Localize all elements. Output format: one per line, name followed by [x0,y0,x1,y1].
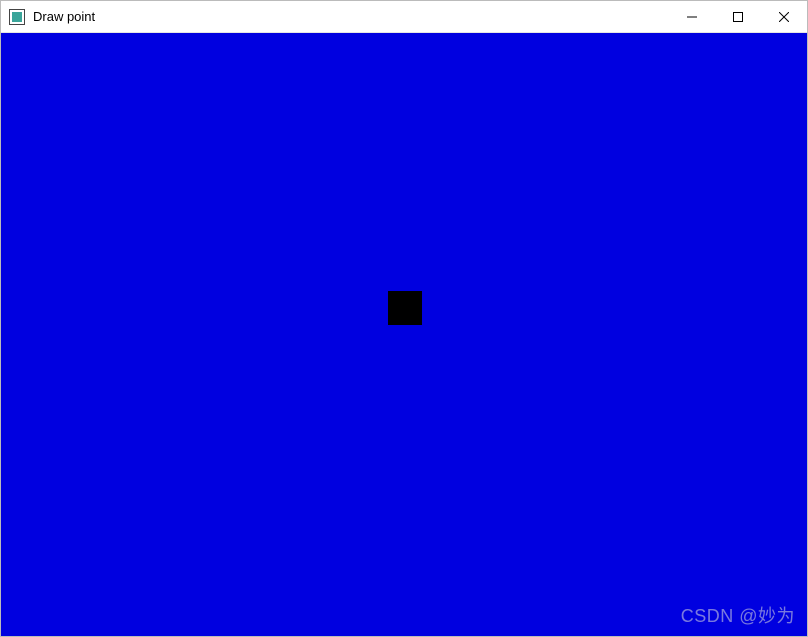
window-controls [669,1,807,32]
window-title: Draw point [33,9,95,24]
close-button[interactable] [761,1,807,32]
minimize-button[interactable] [669,1,715,32]
app-icon [9,9,25,25]
maximize-button[interactable] [715,1,761,32]
close-icon [779,12,789,22]
minimize-icon [687,12,697,22]
maximize-icon [733,12,743,22]
drawn-point [388,291,422,325]
watermark-text: CSDN @妙为 [681,602,795,628]
canvas-area[interactable]: CSDN @妙为 [1,33,807,636]
titlebar: Draw point [1,1,807,33]
